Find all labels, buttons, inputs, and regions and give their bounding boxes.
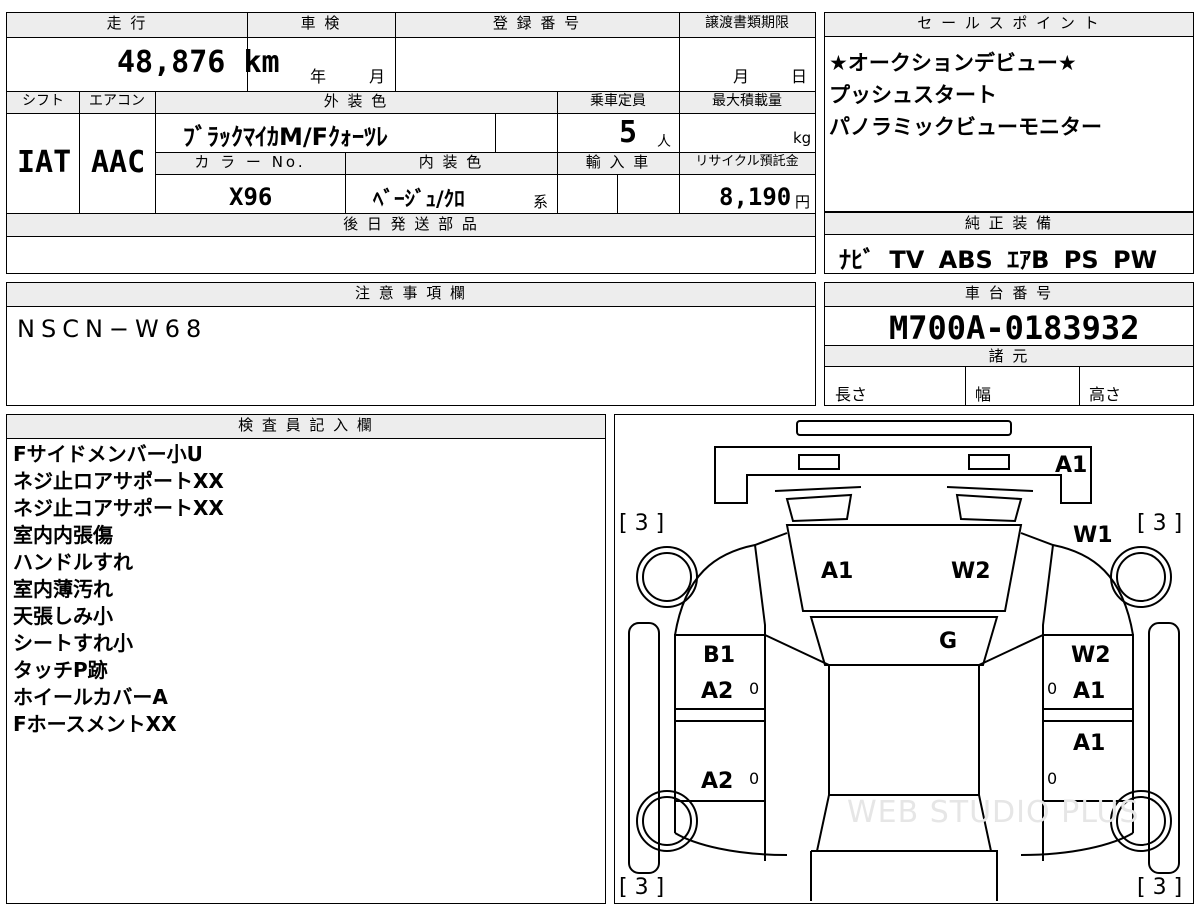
vehicle-info-grid: 走 行 車 検 登 録 番 号 譲渡書類期限 48,876 km 年 月 月 日… <box>6 12 816 274</box>
interior-color-value: ﾍﾞｰｼﾞｭ/ｸﾛ <box>373 187 465 211</box>
tire-front-right: [ 3 ] <box>1137 511 1183 536</box>
sales-points-panel: セ ー ル ス ポ イ ン ト ★オークションデビュー★ プッシュスタート パノ… <box>824 12 1194 212</box>
shift-value: IAT <box>17 145 72 180</box>
inspector-panel: 検 査 員 記 入 欄 Fサイドメンバー小U ネジ止ロアサポートXX ネジ止コア… <box>6 414 606 904</box>
inspector-line: ネジ止コアサポートXX <box>13 496 224 520</box>
exterior-color-label: 外 装 色 <box>155 91 557 113</box>
chassis-panel: 車 台 番 号 M700A-0183932 諸 元 長さ 幅 高さ <box>824 282 1194 406</box>
recycle-value: 8,190 <box>719 183 792 211</box>
interior-color-suffix: 系 <box>533 193 549 211</box>
notes-value: NSCN−W68 <box>17 315 208 343</box>
equipment-items: ﾅﾋﾞ TV ABS ｴｱB PS PW <box>839 246 1158 274</box>
width-label: 幅 <box>975 385 992 404</box>
sales-point-3: パノラミックビューモニター <box>829 115 1102 139</box>
deadline-day: 日 <box>791 67 808 86</box>
inspector-lines: Fサイドメンバー小U ネジ止ロアサポートXX ネジ止コアサポートXX 室内内張傷… <box>13 441 224 738</box>
inspector-line: ハンドルすれ <box>13 550 133 574</box>
watermark: WEB STUDIO PLUS <box>847 795 1140 830</box>
shaken-year: 年 <box>310 67 327 86</box>
tire-rear-left: [ 3 ] <box>619 875 665 900</box>
right-front-door-mark: 0 <box>1047 679 1058 698</box>
inspector-line: 室内内張傷 <box>13 523 113 547</box>
recycle-unit: 円 <box>795 193 811 211</box>
colorno-value: X96 <box>229 183 273 211</box>
maxload-label: 最大積載量 <box>679 91 815 113</box>
registration-label: 登 録 番 号 <box>395 13 679 37</box>
specs-label: 諸 元 <box>825 345 1193 367</box>
front-right-fender-grade: W1 <box>1073 523 1113 548</box>
inspector-line: タッチP跡 <box>13 658 108 682</box>
left-front-door-mark: 0 <box>749 679 760 698</box>
tire-front-left: [ 3 ] <box>619 511 665 536</box>
ac-label: エアコン <box>79 91 155 113</box>
right-rear-door-grade: A1 <box>1073 731 1106 756</box>
sales-point-2: プッシュスタート <box>829 83 997 107</box>
hood-left-grade: A1 <box>821 559 854 584</box>
ac-value: AAC <box>91 145 146 180</box>
chassis-label: 車 台 番 号 <box>825 283 1193 307</box>
tire-rear-right: [ 3 ] <box>1137 875 1183 900</box>
inspector-line: Fサイドメンバー小U <box>13 442 203 466</box>
inspector-line: 天張しみ小 <box>13 604 113 628</box>
left-front-door-grade-1: B1 <box>703 643 736 668</box>
import-label: 輸 入 車 <box>557 152 679 174</box>
car-diagram-panel: [ 3 ] [ 3 ] [ 3 ] [ 3 ] A1 W1 A1 W2 G B1… <box>614 414 1194 904</box>
inspector-line: ネジ止ロアサポートXX <box>13 469 224 493</box>
inspector-line: シートすれ小 <box>13 631 133 655</box>
inspector-line: ホイールカバーA <box>13 685 168 709</box>
right-front-door-grade-2: A1 <box>1073 679 1106 704</box>
right-front-door-grade-1: W2 <box>1071 643 1111 668</box>
deadline-label: 譲渡書類期限 <box>679 13 815 37</box>
hood-right-grade: W2 <box>951 559 991 584</box>
shift-label: シフト <box>7 91 79 113</box>
shaken-label: 車 検 <box>247 13 395 37</box>
capacity-label: 乗車定員 <box>557 91 679 113</box>
height-label: 高さ <box>1089 385 1122 404</box>
mileage-value: 48,876 km <box>117 45 280 80</box>
mileage-unit: km <box>243 45 280 80</box>
inspector-label: 検 査 員 記 入 欄 <box>7 415 605 439</box>
exterior-color-value: ﾌﾞﾗｯｸﾏｲｶM/Fｸｫｰﾂﾚ <box>183 123 389 151</box>
sales-point-1: ★オークションデビュー★ <box>829 51 1077 75</box>
windshield-grade: G <box>939 629 958 654</box>
equipment-label: 純 正 装 備 <box>825 213 1193 235</box>
mileage-label: 走 行 <box>7 13 247 37</box>
equipment-panel: 純 正 装 備 ﾅﾋﾞ TV ABS ｴｱB PS PW <box>824 212 1194 274</box>
shaken-month: 月 <box>369 67 386 86</box>
capacity-unit: 人 <box>657 134 671 150</box>
maxload-unit: kg <box>793 129 812 147</box>
right-rear-door-mark: 0 <box>1047 769 1058 788</box>
mileage-number: 48,876 <box>117 45 226 80</box>
inspector-line: 室内薄汚れ <box>13 577 113 601</box>
left-rear-door-mark: 0 <box>749 769 760 788</box>
inspector-line: FホースメントXX <box>13 712 177 736</box>
sales-points-label: セ ー ル ス ポ イ ン ト <box>825 13 1193 37</box>
notes-panel: 注 意 事 項 欄 NSCN−W68 <box>6 282 816 406</box>
notes-label: 注 意 事 項 欄 <box>7 283 815 307</box>
interior-color-label: 内 装 色 <box>345 152 557 174</box>
parts-label: 後 日 発 送 部 品 <box>7 214 815 236</box>
deadline-month: 月 <box>733 67 750 86</box>
front-bumper-grade: A1 <box>1055 453 1088 478</box>
colorno-label: カ ラ ー No. <box>155 152 345 174</box>
left-rear-door-grade: A2 <box>701 769 734 794</box>
capacity-value: 5 <box>619 115 638 150</box>
recycle-label: リサイクル預託金 <box>679 152 815 174</box>
length-label: 長さ <box>835 385 868 404</box>
left-front-door-grade-2: A2 <box>701 679 734 704</box>
chassis-number: M700A-0183932 <box>889 309 1140 347</box>
